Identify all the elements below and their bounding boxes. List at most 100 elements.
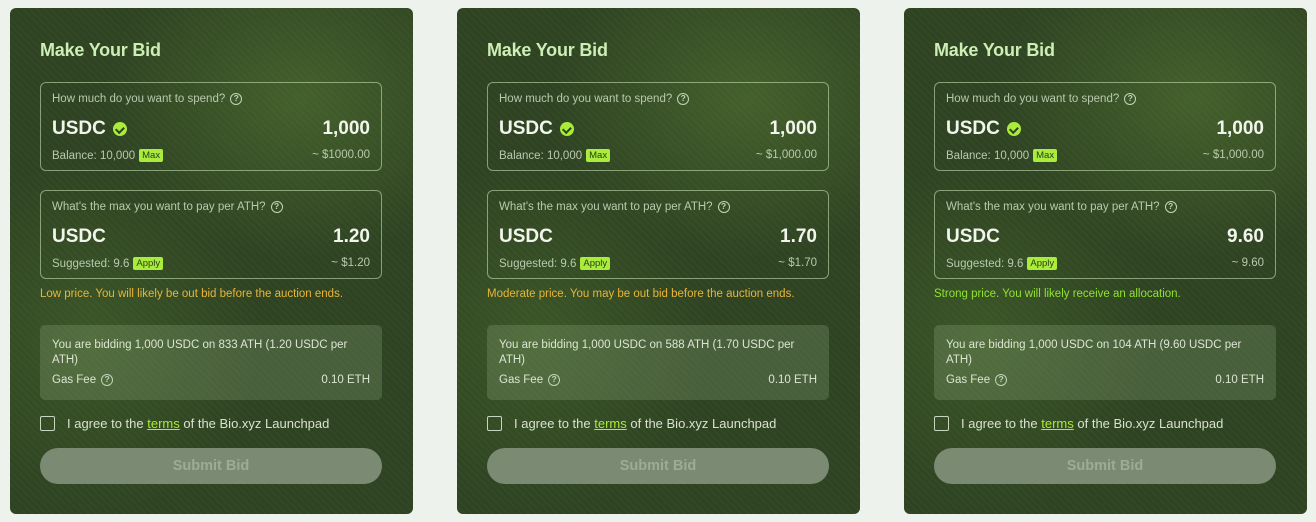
max-button[interactable]: Max bbox=[586, 149, 611, 162]
gas-fee-label: Gas Fee ? bbox=[52, 374, 114, 386]
spend-usd-value: ~ $1,000.00 bbox=[1202, 149, 1264, 161]
price-amount-input[interactable]: 9.60 bbox=[1227, 226, 1264, 248]
price-usd-value: ~ 9.60 bbox=[1231, 257, 1264, 269]
bid-summary: You are bidding 1,000 USDC on 588 ATH (1… bbox=[487, 325, 829, 400]
terms-prefix: I agree to the bbox=[67, 416, 144, 431]
suggested-label: Suggested: 9.6 bbox=[499, 257, 577, 270]
help-icon[interactable]: ? bbox=[230, 93, 243, 105]
bid-summary: You are bidding 1,000 USDC on 833 ATH (1… bbox=[40, 325, 382, 400]
terms-suffix: of the Bio.xyz Launchpad bbox=[1077, 416, 1224, 431]
suggested-label: Suggested: 9.6 bbox=[52, 257, 130, 270]
balance-label: Balance: 10,000 bbox=[499, 149, 583, 162]
card-title: Make Your Bid bbox=[487, 40, 608, 60]
bid-card-moderate: Make Your Bid How much do you want to sp… bbox=[457, 8, 860, 514]
terms-agreement: I agree to the terms of the Bio.xyz Laun… bbox=[40, 416, 329, 431]
terms-checkbox[interactable] bbox=[487, 416, 502, 431]
spend-question-label: How much do you want to spend? bbox=[499, 93, 673, 105]
spend-currency: USDC bbox=[499, 118, 574, 140]
price-currency: USDC bbox=[52, 226, 106, 247]
suggested-row: Suggested: 9.6 Apply bbox=[946, 257, 1058, 270]
bid-card-strong: Make Your Bid How much do you want to sp… bbox=[904, 8, 1307, 514]
terms-link[interactable]: terms bbox=[1041, 416, 1074, 431]
spend-question: How much do you want to spend? ? bbox=[946, 93, 1137, 105]
help-icon[interactable]: ? bbox=[1164, 201, 1177, 213]
spend-input-box[interactable]: How much do you want to spend? ? USDC 1,… bbox=[934, 82, 1276, 171]
balance-row: Balance: 10,000 Max bbox=[499, 149, 611, 162]
spend-currency: USDC bbox=[52, 118, 127, 140]
gas-fee-value: 0.10 ETH bbox=[1215, 374, 1264, 386]
price-input-box[interactable]: What's the max you want to pay per ATH? … bbox=[934, 190, 1276, 279]
verified-check-icon bbox=[112, 122, 127, 136]
submit-bid-button[interactable]: Submit Bid bbox=[487, 448, 829, 484]
price-amount-input[interactable]: 1.70 bbox=[780, 226, 817, 248]
spend-amount-input[interactable]: 1,000 bbox=[322, 118, 370, 140]
apply-button[interactable]: Apply bbox=[1027, 257, 1058, 270]
terms-agreement: I agree to the terms of the Bio.xyz Laun… bbox=[487, 416, 776, 431]
balance-row: Balance: 10,000 Max bbox=[946, 149, 1058, 162]
terms-checkbox[interactable] bbox=[934, 416, 949, 431]
price-usd-value: ~ $1.20 bbox=[331, 257, 370, 269]
bid-summary-text: You are bidding 1,000 USDC on 104 ATH (9… bbox=[946, 339, 1242, 366]
gas-fee-label: Gas Fee ? bbox=[499, 374, 561, 386]
price-question: What's the max you want to pay per ATH? … bbox=[946, 201, 1177, 213]
bid-summary-text: You are bidding 1,000 USDC on 833 ATH (1… bbox=[52, 339, 348, 366]
spend-question-label: How much do you want to spend? bbox=[946, 93, 1120, 105]
spend-input-box[interactable]: How much do you want to spend? ? USDC 1,… bbox=[40, 82, 382, 171]
submit-bid-button[interactable]: Submit Bid bbox=[40, 448, 382, 484]
apply-button[interactable]: Apply bbox=[580, 257, 611, 270]
spend-amount-input[interactable]: 1,000 bbox=[1216, 118, 1264, 140]
suggested-row: Suggested: 9.6 Apply bbox=[52, 257, 164, 270]
spend-question: How much do you want to spend? ? bbox=[52, 93, 243, 105]
terms-link[interactable]: terms bbox=[594, 416, 627, 431]
help-icon[interactable]: ? bbox=[677, 93, 690, 105]
gas-fee-text: Gas Fee bbox=[946, 374, 991, 386]
gas-fee-text: Gas Fee bbox=[52, 374, 97, 386]
spend-question: How much do you want to spend? ? bbox=[499, 93, 690, 105]
help-icon[interactable]: ? bbox=[101, 374, 114, 386]
terms-link[interactable]: terms bbox=[147, 416, 180, 431]
apply-button[interactable]: Apply bbox=[133, 257, 164, 270]
suggested-label: Suggested: 9.6 bbox=[946, 257, 1024, 270]
price-amount-input[interactable]: 1.20 bbox=[333, 226, 370, 248]
price-question-label: What's the max you want to pay per ATH? bbox=[946, 201, 1160, 213]
gas-fee-value: 0.10 ETH bbox=[321, 374, 370, 386]
price-question: What's the max you want to pay per ATH? … bbox=[52, 201, 283, 213]
price-input-box[interactable]: What's the max you want to pay per ATH? … bbox=[487, 190, 829, 279]
terms-text: I agree to the terms of the Bio.xyz Laun… bbox=[67, 416, 329, 431]
balance-label: Balance: 10,000 bbox=[946, 149, 1030, 162]
help-icon[interactable]: ? bbox=[1124, 93, 1137, 105]
bid-summary: You are bidding 1,000 USDC on 104 ATH (9… bbox=[934, 325, 1276, 400]
card-title: Make Your Bid bbox=[40, 40, 161, 60]
help-icon[interactable]: ? bbox=[995, 374, 1008, 386]
max-button[interactable]: Max bbox=[1033, 149, 1058, 162]
terms-suffix: of the Bio.xyz Launchpad bbox=[183, 416, 330, 431]
verified-check-icon bbox=[1006, 122, 1021, 136]
price-currency: USDC bbox=[499, 226, 553, 247]
help-icon[interactable]: ? bbox=[548, 374, 561, 386]
spend-usd-value: ~ $1,000.00 bbox=[755, 149, 817, 161]
verified-check-icon bbox=[559, 122, 574, 136]
help-icon[interactable]: ? bbox=[270, 201, 283, 213]
price-question-label: What's the max you want to pay per ATH? bbox=[499, 201, 713, 213]
suggested-row: Suggested: 9.6 Apply bbox=[499, 257, 611, 270]
gas-fee-text: Gas Fee bbox=[499, 374, 544, 386]
bid-summary-text: You are bidding 1,000 USDC on 588 ATH (1… bbox=[499, 339, 795, 366]
max-button[interactable]: Max bbox=[139, 149, 164, 162]
price-input-box[interactable]: What's the max you want to pay per ATH? … bbox=[40, 190, 382, 279]
terms-text: I agree to the terms of the Bio.xyz Laun… bbox=[514, 416, 776, 431]
spend-amount-input[interactable]: 1,000 bbox=[769, 118, 817, 140]
terms-suffix: of the Bio.xyz Launchpad bbox=[630, 416, 777, 431]
help-icon[interactable]: ? bbox=[717, 201, 730, 213]
currency-label: USDC bbox=[499, 118, 553, 139]
currency-label: USDC bbox=[946, 118, 1000, 139]
terms-text: I agree to the terms of the Bio.xyz Laun… bbox=[961, 416, 1223, 431]
gas-fee-value: 0.10 ETH bbox=[768, 374, 817, 386]
spend-input-box[interactable]: How much do you want to spend? ? USDC 1,… bbox=[487, 82, 829, 171]
terms-checkbox[interactable] bbox=[40, 416, 55, 431]
price-question: What's the max you want to pay per ATH? … bbox=[499, 201, 730, 213]
submit-bid-button[interactable]: Submit Bid bbox=[934, 448, 1276, 484]
terms-agreement: I agree to the terms of the Bio.xyz Laun… bbox=[934, 416, 1223, 431]
terms-prefix: I agree to the bbox=[514, 416, 591, 431]
price-usd-value: ~ $1.70 bbox=[778, 257, 817, 269]
bid-card-low: Make Your Bid How much do you want to sp… bbox=[10, 8, 413, 514]
